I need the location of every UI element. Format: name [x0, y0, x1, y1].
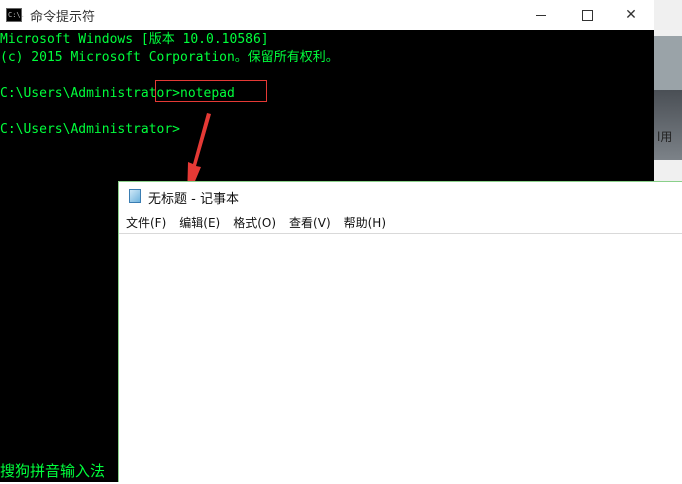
notepad-icon — [129, 189, 141, 203]
notepad-menubar: 文件(F) 编辑(E) 格式(O) 查看(V) 帮助(H) — [119, 212, 682, 232]
notepad-titlebar[interactable]: 无标题 - 记事本 — [119, 182, 682, 212]
menu-edit[interactable]: 编辑(E) — [179, 214, 220, 231]
menu-help[interactable]: 帮助(H) — [344, 214, 386, 231]
menu-view[interactable]: 查看(V) — [289, 214, 331, 231]
menu-format[interactable]: 格式(O) — [233, 214, 276, 231]
menu-file[interactable]: 文件(F) — [126, 214, 166, 231]
notepad-text-area[interactable] — [119, 233, 682, 484]
notepad-window: 无标题 - 记事本 文件(F) 编辑(E) 格式(O) 查看(V) 帮助(H) — [118, 181, 682, 484]
notepad-title: 无标题 - 记事本 — [148, 192, 239, 207]
